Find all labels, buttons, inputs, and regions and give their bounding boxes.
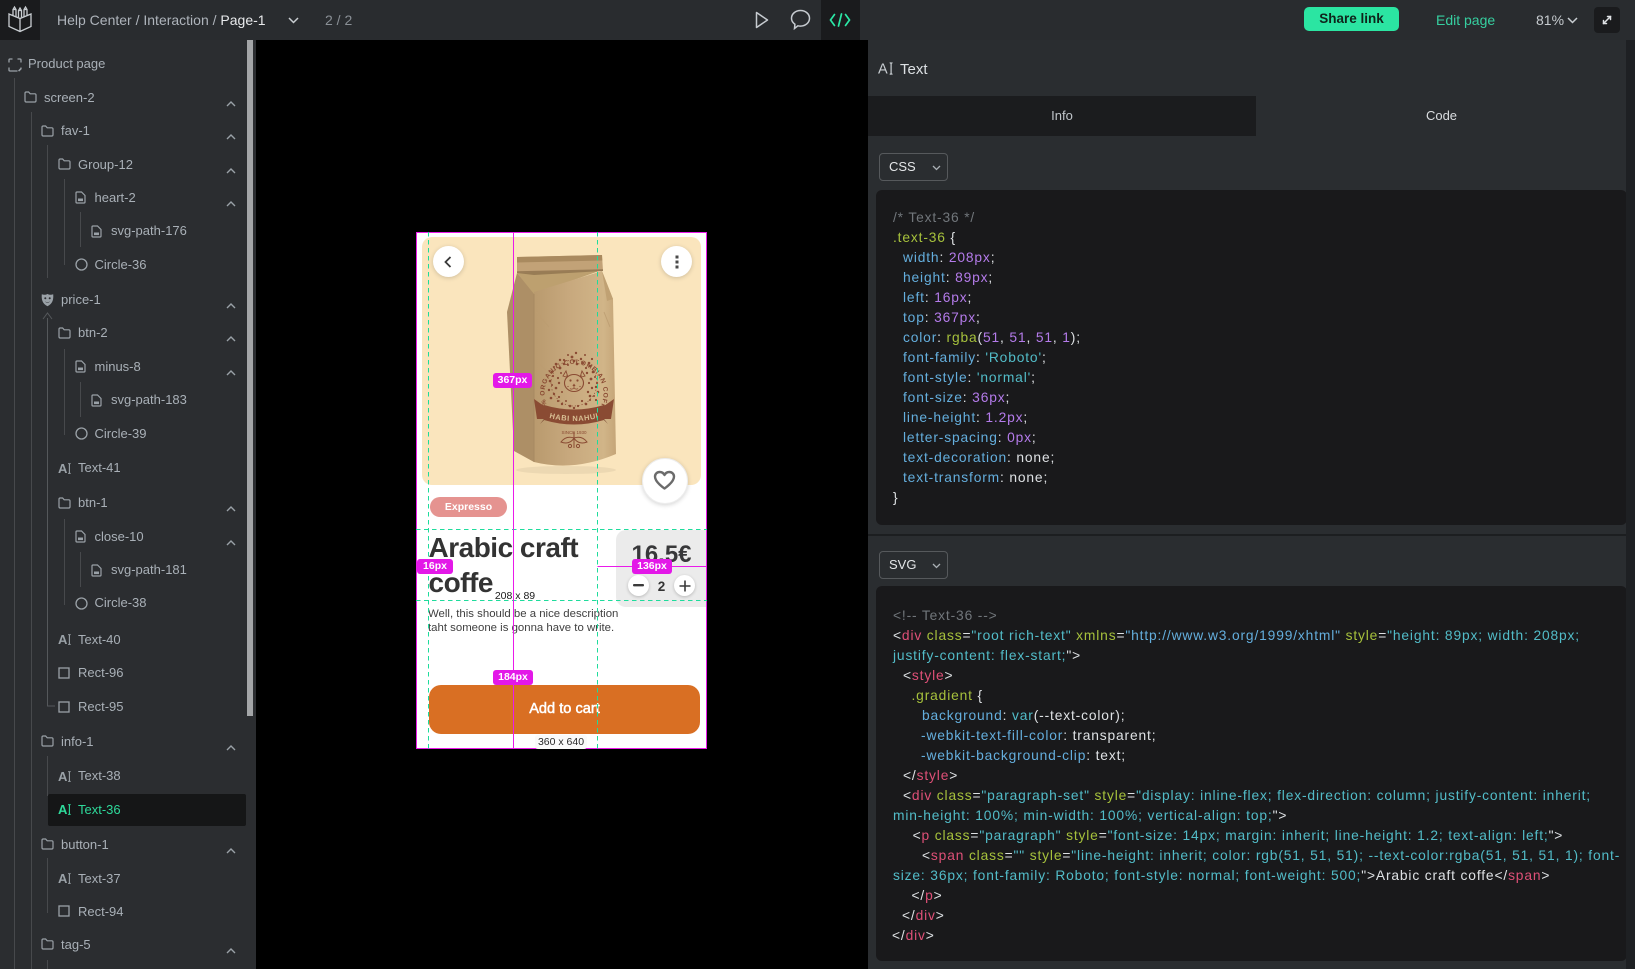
svg-text:A: A	[878, 62, 888, 77]
svg-text:A: A	[58, 803, 68, 816]
svg-text:A: A	[58, 872, 68, 885]
svg-text:A: A	[58, 462, 68, 475]
svg-text:A: A	[58, 770, 68, 783]
svg-text:A: A	[58, 633, 68, 646]
